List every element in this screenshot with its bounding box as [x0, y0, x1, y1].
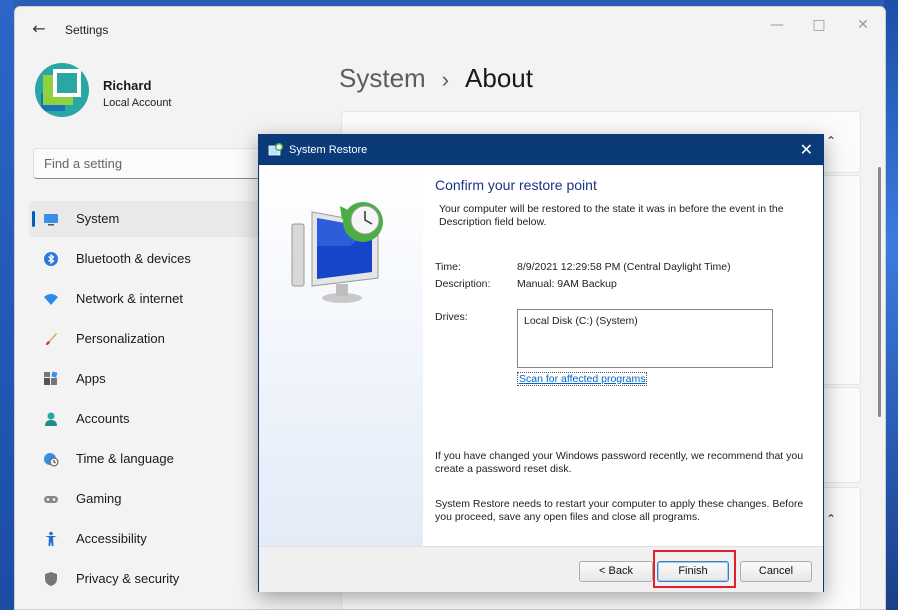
minimize-icon[interactable]: — — [767, 15, 787, 35]
wifi-icon — [44, 294, 58, 305]
sidebar-item-system[interactable]: System — [29, 201, 279, 237]
restore-computer-icon — [291, 202, 383, 303]
sidebar-item-network[interactable]: Network & internet — [29, 281, 279, 317]
sidebar-item-accessibility[interactable]: Accessibility — [29, 521, 279, 557]
desktop-background-right — [884, 0, 898, 610]
dialog-heading: Confirm your restore point — [435, 177, 597, 193]
dialog-titlebar: System Restore ✕ — [259, 135, 823, 165]
sidebar-item-gaming[interactable]: Gaming — [29, 481, 279, 517]
finish-highlight-annotation — [653, 550, 736, 588]
scan-affected-programs-link[interactable]: Scan for affected programs — [517, 372, 648, 386]
person-icon — [45, 412, 57, 426]
accessibility-icon — [45, 531, 57, 546]
drives-label: Drives: — [435, 311, 468, 323]
close-icon[interactable]: ✕ — [853, 15, 873, 35]
apps-icon — [44, 371, 58, 385]
sidebar-item-label: Network & internet — [76, 291, 183, 306]
sidebar-item-accounts[interactable]: Accounts — [29, 401, 279, 437]
system-restore-icon — [268, 143, 283, 156]
globe-clock-icon — [44, 453, 59, 467]
sidebar-item-label: Bluetooth & devices — [76, 251, 191, 266]
description-label: Description: — [435, 278, 491, 290]
page-title: System › About — [339, 63, 533, 94]
breadcrumb-current: About — [465, 63, 533, 93]
settings-titlebar: ← Settings — □ ✕ — [15, 7, 885, 51]
dialog-content: Confirm your restore point Your computer… — [423, 166, 823, 546]
brush-icon — [46, 333, 57, 345]
back-button[interactable]: < Back — [579, 561, 653, 582]
sidebar-item-label: Time & language — [76, 451, 174, 466]
sidebar-item-time-language[interactable]: Time & language — [29, 441, 279, 477]
scrollbar[interactable] — [878, 167, 881, 417]
dialog-footer: < Back Finish Cancel — [259, 546, 823, 592]
back-arrow-icon[interactable]: ← — [29, 19, 49, 39]
sidebar-item-label: Gaming — [76, 491, 122, 506]
sidebar-item-label: Accounts — [76, 411, 130, 426]
description-value: Manual: 9AM Backup — [517, 278, 617, 290]
sidebar-item-personalization[interactable]: Personalization — [29, 321, 279, 357]
drives-list[interactable]: Local Disk (C:) (System) — [517, 309, 773, 368]
sidebar-item-label: Personalization — [76, 331, 165, 346]
shield-icon — [45, 572, 57, 586]
restart-note: System Restore needs to restart your com… — [435, 498, 804, 523]
sidebar-nav: System Bluetooth & devices Network & int… — [29, 201, 279, 601]
sidebar-item-label: System — [76, 211, 120, 226]
maximize-icon[interactable]: □ — [809, 15, 829, 35]
chevron-up-icon[interactable]: ⌃ — [826, 512, 836, 526]
bluetooth-icon — [44, 252, 58, 266]
breadcrumb-parent[interactable]: System — [339, 63, 426, 93]
cancel-button[interactable]: Cancel — [740, 561, 812, 582]
monitor-icon — [44, 214, 58, 226]
gamepad-icon — [44, 496, 58, 503]
close-icon[interactable]: ✕ — [800, 140, 813, 160]
list-item[interactable]: Local Disk (C:) (System) — [524, 315, 638, 327]
sidebar-item-label: Accessibility — [76, 531, 147, 546]
time-value: 8/9/2021 12:29:58 PM (Central Daylight T… — [517, 261, 731, 273]
app-title: Settings — [65, 23, 109, 37]
sidebar-item-bluetooth[interactable]: Bluetooth & devices — [29, 241, 279, 277]
sidebar-item-privacy-security[interactable]: Privacy & security — [29, 561, 279, 597]
system-restore-dialog: System Restore ✕ Confirm your restore po… — [258, 134, 824, 592]
dialog-title: System Restore — [289, 144, 368, 156]
breadcrumb-separator: › — [441, 67, 450, 92]
sidebar-item-label: Apps — [76, 371, 106, 386]
sidebar-item-apps[interactable]: Apps — [29, 361, 279, 397]
password-note: If you have changed your Windows passwor… — [435, 450, 804, 475]
account-type: Local Account — [103, 97, 172, 109]
time-label: Time: — [435, 261, 461, 273]
sidebar-item-label: Privacy & security — [76, 571, 180, 586]
search-input[interactable]: Find a setting — [33, 148, 273, 179]
dialog-side-panel — [260, 166, 423, 546]
chevron-up-icon[interactable]: ⌃ — [826, 134, 836, 148]
desktop-background-left — [0, 0, 14, 610]
intro-text: Your computer will be restored to the st… — [439, 203, 784, 228]
avatar[interactable] — [35, 63, 89, 117]
user-name: Richard — [103, 78, 152, 93]
